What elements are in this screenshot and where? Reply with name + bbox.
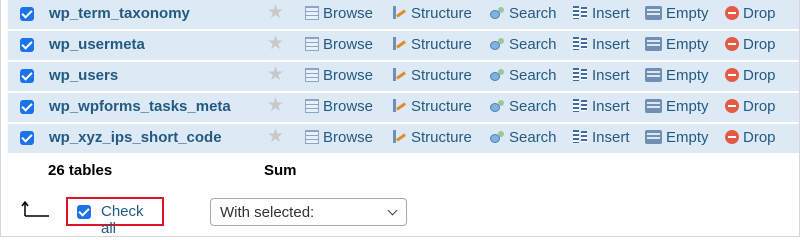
drop-icon	[725, 37, 739, 51]
browse-link[interactable]: Browse	[305, 36, 373, 53]
favorite-star-icon[interactable]: ★	[267, 65, 284, 85]
empty-link[interactable]: Empty	[645, 36, 709, 53]
row-checkbox[interactable]	[20, 131, 34, 145]
check-all-label[interactable]: Check all	[101, 203, 162, 237]
drop-icon	[725, 130, 739, 144]
table-name-link[interactable]: wp_wpforms_tasks_meta	[49, 98, 231, 115]
check-all-checkbox[interactable]	[77, 205, 91, 219]
browse-icon	[305, 37, 319, 51]
row-checkbox[interactable]	[20, 100, 34, 114]
empty-icon	[645, 99, 662, 113]
search-icon	[489, 67, 505, 82]
drop-link[interactable]: Drop	[725, 36, 776, 53]
drop-link[interactable]: Drop	[725, 98, 776, 115]
row-checkbox[interactable]	[20, 7, 34, 21]
insert-icon	[572, 98, 588, 113]
empty-link[interactable]: Empty	[645, 129, 709, 146]
favorite-star-icon[interactable]: ★	[267, 3, 284, 23]
browse-icon	[305, 6, 319, 20]
table-name-link[interactable]: wp_usermeta	[49, 36, 145, 53]
search-icon	[489, 36, 505, 51]
table-row: wp_term_taxonomy ★ Browse Structure Sear…	[8, 0, 799, 29]
structure-link[interactable]: Structure	[391, 5, 472, 22]
empty-link[interactable]: Empty	[645, 98, 709, 115]
tables-list: wp_term_taxonomy ★ Browse Structure Sear…	[8, 0, 799, 155]
drop-icon	[725, 99, 739, 113]
insert-icon	[572, 36, 588, 51]
insert-link[interactable]: Insert	[572, 129, 630, 146]
drop-icon	[725, 68, 739, 82]
table-name-link[interactable]: wp_xyz_ips_short_code	[49, 129, 222, 146]
structure-icon	[391, 98, 407, 113]
insert-link[interactable]: Insert	[572, 5, 630, 22]
table-name-link[interactable]: wp_term_taxonomy	[49, 5, 190, 22]
favorite-star-icon[interactable]: ★	[267, 34, 284, 54]
table-count: 26 tables	[48, 162, 113, 179]
table-row: wp_usermeta ★ Browse Structure Search In…	[8, 31, 799, 60]
insert-link[interactable]: Insert	[572, 98, 630, 115]
drop-link[interactable]: Drop	[725, 129, 776, 146]
browse-icon	[305, 68, 319, 82]
empty-icon	[645, 68, 662, 82]
drop-link[interactable]: Drop	[725, 5, 776, 22]
browse-link[interactable]: Browse	[305, 67, 373, 84]
empty-icon	[645, 130, 662, 144]
sum-label: Sum	[264, 162, 297, 179]
drop-link[interactable]: Drop	[725, 67, 776, 84]
search-icon	[489, 5, 505, 20]
with-selected-value: With selected:	[220, 204, 315, 221]
search-link[interactable]: Search	[489, 67, 557, 84]
browse-icon	[305, 130, 319, 144]
drop-icon	[725, 6, 739, 20]
insert-link[interactable]: Insert	[572, 67, 630, 84]
structure-link[interactable]: Structure	[391, 98, 472, 115]
structure-icon	[391, 5, 407, 20]
structure-link[interactable]: Structure	[391, 36, 472, 53]
search-link[interactable]: Search	[489, 129, 557, 146]
select-arrow-icon	[21, 200, 49, 217]
favorite-star-icon[interactable]: ★	[267, 127, 284, 147]
empty-link[interactable]: Empty	[645, 5, 709, 22]
insert-icon	[572, 129, 588, 144]
browse-link[interactable]: Browse	[305, 129, 373, 146]
search-link[interactable]: Search	[489, 5, 557, 22]
search-icon	[489, 129, 505, 144]
row-checkbox[interactable]	[20, 69, 34, 83]
insert-icon	[572, 5, 588, 20]
search-link[interactable]: Search	[489, 36, 557, 53]
browse-icon	[305, 99, 319, 113]
table-row: wp_wpforms_tasks_meta ★ Browse Structure…	[8, 93, 799, 122]
structure-link[interactable]: Structure	[391, 67, 472, 84]
browse-link[interactable]: Browse	[305, 5, 373, 22]
check-all-control[interactable]: Check all	[66, 197, 164, 237]
insert-link[interactable]: Insert	[572, 36, 630, 53]
favorite-star-icon[interactable]: ★	[267, 96, 284, 116]
empty-icon	[645, 6, 662, 20]
structure-icon	[391, 129, 407, 144]
chevron-down-icon	[387, 205, 398, 216]
empty-icon	[645, 37, 662, 51]
table-name-link[interactable]: wp_users	[49, 67, 118, 84]
with-selected-dropdown[interactable]: With selected:	[210, 198, 407, 226]
row-checkbox[interactable]	[20, 38, 34, 52]
table-row: wp_xyz_ips_short_code ★ Browse Structure…	[8, 124, 799, 153]
insert-icon	[572, 67, 588, 82]
empty-link[interactable]: Empty	[645, 67, 709, 84]
browse-link[interactable]: Browse	[305, 98, 373, 115]
structure-link[interactable]: Structure	[391, 129, 472, 146]
structure-icon	[391, 67, 407, 82]
structure-icon	[391, 36, 407, 51]
search-icon	[489, 98, 505, 113]
table-row: wp_users ★ Browse Structure Search Inser…	[8, 62, 799, 91]
search-link[interactable]: Search	[489, 98, 557, 115]
